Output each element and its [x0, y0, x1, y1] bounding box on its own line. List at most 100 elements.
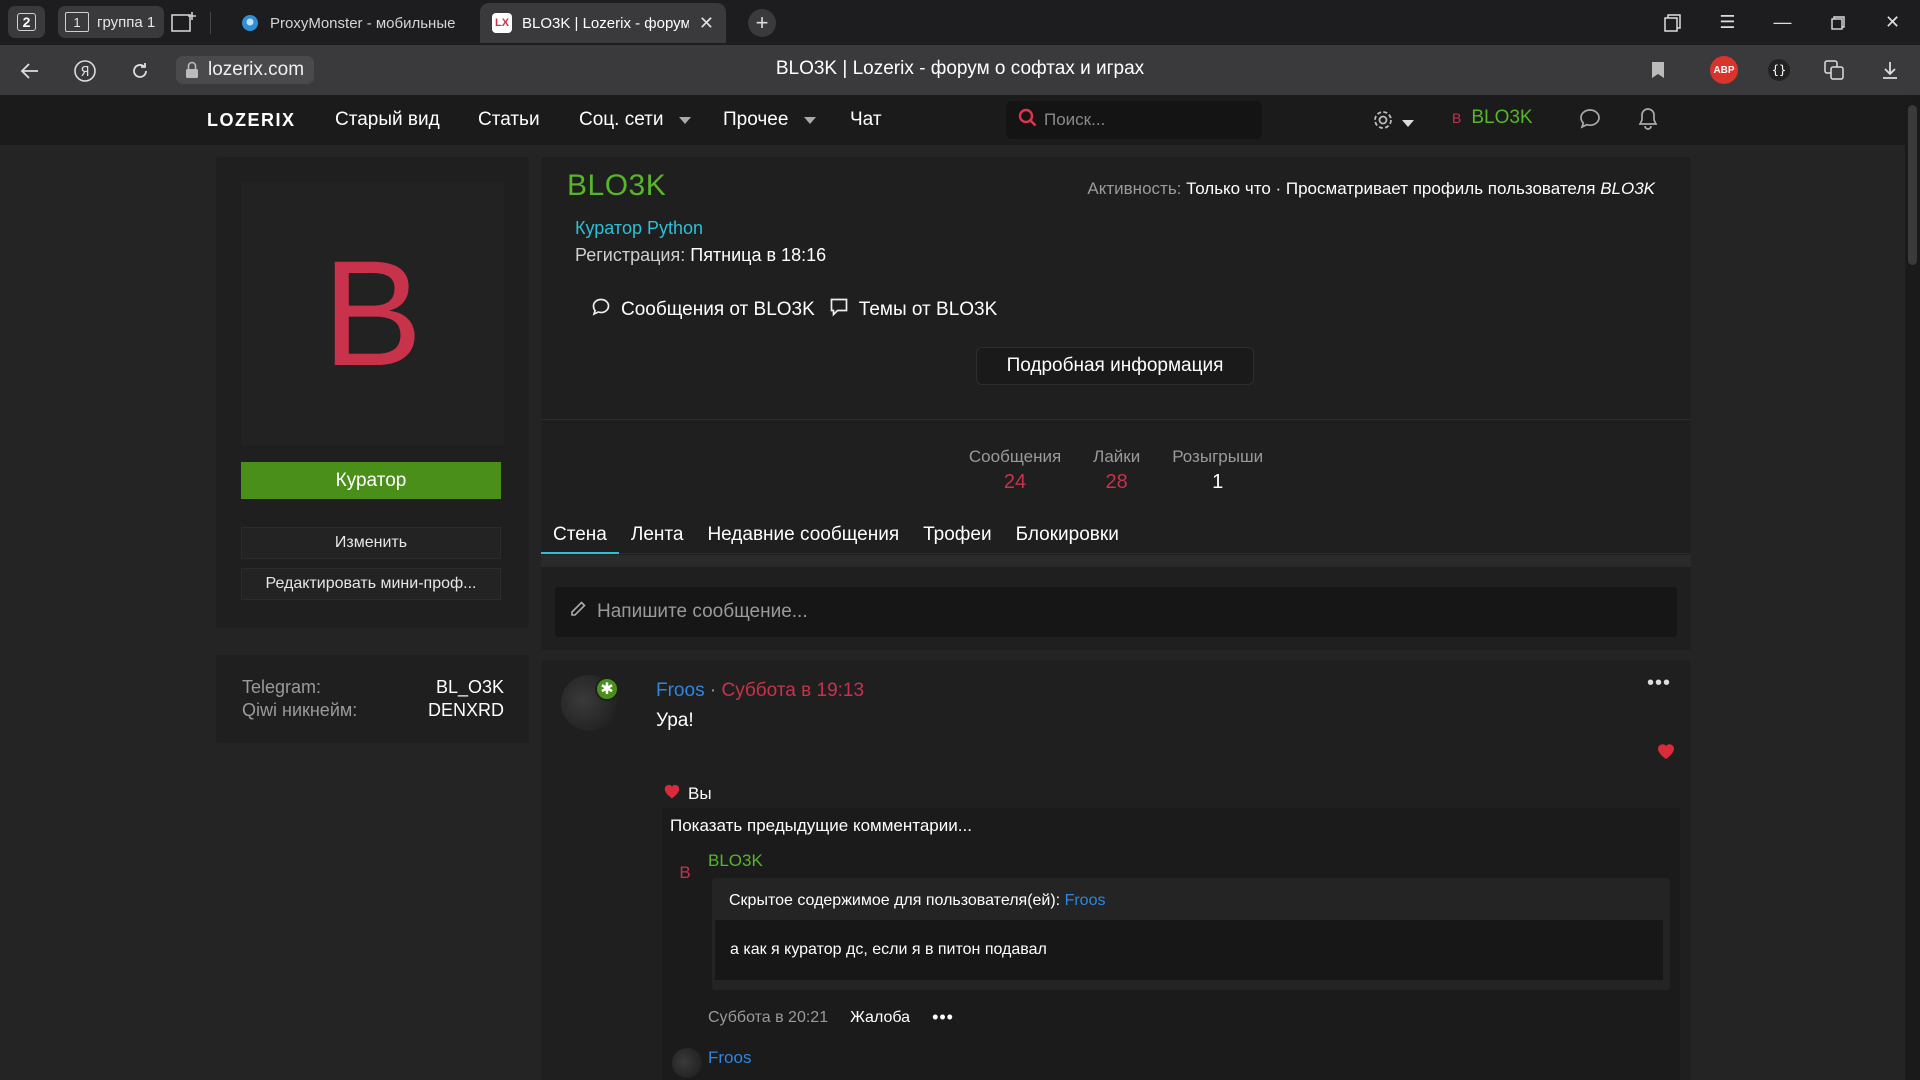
hidden-content-block: Скрытое содержимое для пользователя(ей):… — [712, 878, 1670, 990]
nav-social[interactable]: Соц. сети — [579, 109, 692, 131]
registration-value: Пятница в 18:16 — [690, 245, 827, 265]
search-input[interactable]: Поиск... — [1006, 101, 1262, 139]
messages-from-user-label: Сообщения от BLO3K — [621, 299, 815, 320]
post-more-icon[interactable]: ••• — [1647, 672, 1671, 695]
bell-icon[interactable] — [1637, 107, 1659, 131]
close-tab-icon[interactable]: ✕ — [699, 13, 714, 34]
nav-articles[interactable]: Статьи — [478, 109, 540, 131]
comment-avatar[interactable] — [672, 1048, 702, 1078]
extension-braces-icon[interactable]: {} — [1765, 56, 1793, 84]
contact-info-card: Telegram: BL_O3K Qiwi никнейм: DENXRD — [216, 655, 529, 743]
bookmark-icon[interactable] — [1644, 56, 1672, 84]
nav-other[interactable]: Прочее — [723, 109, 817, 131]
info-value: DENXRD — [427, 700, 504, 720]
collections-icon[interactable] — [1645, 13, 1700, 32]
detailed-info-button[interactable]: Подробная информация — [976, 347, 1254, 385]
comment-more-icon[interactable]: ••• — [932, 1007, 954, 1028]
nav-other-label: Прочее — [723, 109, 789, 130]
stat-value: 24 — [1003, 471, 1027, 493]
nav-social-label: Соц. сети — [579, 109, 664, 130]
scrollbar-thumb[interactable] — [1908, 105, 1917, 265]
page-scrollbar[interactable] — [1905, 95, 1920, 1080]
nav-old-view[interactable]: Старый вид — [335, 109, 440, 131]
edit-mini-profile-button[interactable]: Редактировать мини-проф... — [241, 568, 501, 600]
heart-icon — [662, 781, 682, 806]
translate-extension-icon[interactable] — [1820, 56, 1848, 84]
reactions-summary[interactable]: Вы — [662, 781, 712, 806]
post-separator: · — [709, 680, 717, 701]
tab-lozerix-active[interactable]: LX BLO3K | Lozerix - форум о софтах и иг… — [480, 3, 726, 43]
profile-avatar[interactable]: B — [241, 182, 504, 445]
tab-proxymonster[interactable]: ProxyMonster - мобильные прокси — [228, 3, 468, 43]
nav-chat[interactable]: Чат — [850, 109, 882, 131]
download-icon[interactable] — [1876, 56, 1904, 84]
back-arrow-icon[interactable] — [16, 57, 44, 85]
tab-group-button[interactable]: 1 группа 1 — [58, 6, 164, 38]
post-time-link[interactable]: Суббота в 19:13 — [721, 680, 864, 701]
comment-author-link[interactable]: Froos — [708, 1048, 751, 1068]
registration-label: Регистрация: — [575, 245, 686, 265]
yandex-icon[interactable]: Я — [71, 57, 99, 85]
add-tab-group-icon[interactable] — [168, 8, 200, 36]
info-row-qiwi: Qiwi никнейм: DENXRD — [242, 700, 504, 721]
comment-author-link[interactable]: BLO3K — [708, 851, 763, 871]
post-header: Froos · Суббота в 19:13 — [656, 680, 864, 702]
window-controls: ☰ — ✕ — [1645, 0, 1920, 45]
comment-avatar[interactable]: B — [670, 858, 700, 888]
restore-icon[interactable] — [1810, 15, 1865, 30]
hidden-content-text: а как я куратор дс, если я в питон подав… — [715, 920, 1663, 980]
role-badge-button[interactable]: Куратор — [241, 462, 501, 499]
search-icon — [1018, 108, 1038, 133]
forum-navbar: LOZERIX Старый вид Статьи Соц. сети Проч… — [0, 95, 1905, 145]
nav-user-name: BLO3K — [1471, 107, 1533, 128]
adblock-icon[interactable]: ABP — [1710, 56, 1738, 84]
nav-chat-label: Чат — [850, 109, 882, 130]
edit-profile-button[interactable]: Изменить — [241, 527, 501, 559]
stat-value: 28 — [1105, 471, 1128, 493]
minimize-icon[interactable]: — — [1755, 12, 1810, 33]
tab-title: ProxyMonster - мобильные прокси — [270, 14, 456, 32]
info-value: BL_O3K — [435, 677, 504, 697]
search-placeholder: Поиск... — [1044, 110, 1106, 129]
messages-from-user-link[interactable]: Сообщения от BLO3K — [591, 297, 815, 323]
tab-group-label: группа 1 — [97, 13, 156, 31]
like-heart-icon[interactable] — [1655, 740, 1677, 762]
threads-from-user-link[interactable]: Темы от BLO3K — [829, 297, 997, 323]
close-window-icon[interactable]: ✕ — [1865, 12, 1920, 33]
hidden-content-header: Скрытое содержимое для пользователя(ей):… — [729, 892, 1105, 910]
hidden-content-user-link[interactable]: Froos — [1065, 892, 1106, 909]
tab-bans[interactable]: Блокировки — [1004, 514, 1131, 554]
comments-block: Показать предыдущие комментарии... B BLO… — [662, 808, 1680, 1080]
tab-counter-button[interactable]: 2 — [8, 6, 45, 38]
nav-user-menu[interactable]: B BLO3K — [1452, 107, 1533, 129]
tab-trophies[interactable]: Трофеи — [911, 514, 1004, 554]
post-body: Ура! — [656, 710, 694, 731]
registration-line: Регистрация: Пятница в 18:16 — [575, 245, 826, 266]
reload-icon[interactable] — [126, 57, 154, 85]
hidden-content-label: Скрытое содержимое для пользователя(ей): — [729, 892, 1061, 909]
tab-group-number: 1 — [65, 12, 89, 32]
new-tab-button[interactable]: + — [748, 9, 776, 37]
conversations-icon[interactable] — [1578, 107, 1602, 131]
comment-time-link[interactable]: Суббота в 20:21 — [708, 1009, 828, 1027]
tab-recent-messages[interactable]: Недавние сообщения — [695, 514, 911, 554]
stat-likes[interactable]: Лайки 28 — [1093, 447, 1140, 494]
report-link[interactable]: Жалоба — [850, 1009, 910, 1027]
url-field[interactable]: lozerix.com — [176, 56, 315, 84]
post-author-link[interactable]: Froos — [656, 680, 705, 701]
user-role-title: Куратор Python — [575, 218, 704, 238]
wall-post: ✱ Froos · Суббота в 19:13 ••• Ура! Вы По… — [541, 660, 1691, 1080]
tab-wall[interactable]: Стена — [541, 514, 619, 554]
site-logo[interactable]: LOZERIX — [207, 110, 296, 131]
stat-giveaways[interactable]: Розыгрыши 1 — [1172, 447, 1263, 494]
tab-feed[interactable]: Лента — [619, 514, 696, 554]
proxymonster-favicon-icon — [240, 13, 260, 33]
wall-compose-input[interactable]: Напишите сообщение... — [555, 587, 1677, 637]
show-previous-comments-link[interactable]: Показать предыдущие комментарии... — [670, 816, 972, 836]
url-text: lozerix.com — [208, 59, 305, 80]
menu-icon[interactable]: ☰ — [1700, 12, 1755, 33]
settings-dropdown[interactable] — [1372, 109, 1414, 137]
comment-square-icon — [829, 297, 849, 323]
svg-text:Я: Я — [80, 65, 89, 80]
stat-messages[interactable]: Сообщения 24 — [969, 447, 1061, 494]
